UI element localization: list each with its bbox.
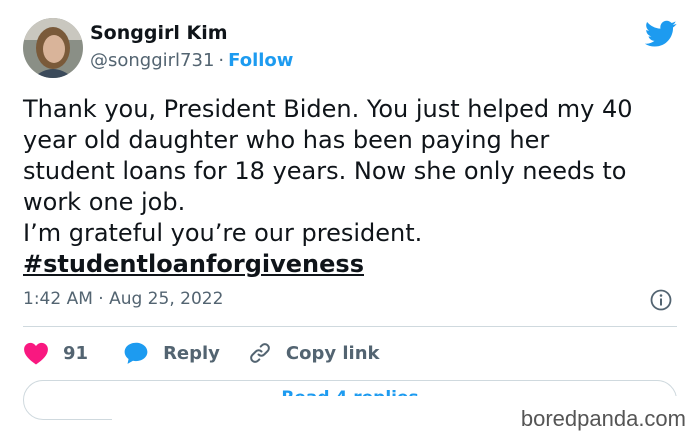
watermark: boredpanda.com	[112, 396, 700, 442]
copy-link-button[interactable]: Copy link	[248, 341, 380, 365]
reply-button[interactable]: Reply	[123, 341, 220, 365]
tweet-card: Songgirl Kim @songgirl731 · Follow Thank y…	[0, 0, 700, 442]
tweet-timestamp[interactable]: 1:42 AM · Aug 25, 2022	[23, 289, 223, 309]
action-bar: 91 Reply Copy link	[23, 338, 380, 368]
tweet-text: Thank you, President Biden. You just hel…	[23, 94, 683, 280]
avatar[interactable]	[23, 18, 83, 78]
author-meta: @songgirl731 · Follow	[90, 50, 293, 71]
tweet-line: year old daughter who has been paying he…	[23, 126, 550, 154]
watermark-text: boredpanda.com	[520, 406, 686, 431]
like-button[interactable]: 91	[23, 341, 88, 365]
tweet-line: student loans for 18 years. Now she only…	[23, 157, 627, 185]
twitter-bird-icon[interactable]	[644, 20, 677, 48]
like-count: 91	[63, 342, 89, 364]
speech-bubble-icon	[124, 342, 148, 364]
heart-icon	[24, 342, 48, 365]
separator-dot: ·	[218, 50, 225, 71]
tweet-line: I’m grateful you’re our president.	[23, 219, 423, 247]
link-icon	[250, 343, 270, 363]
tweet-line: Thank you, President Biden. You just hel…	[23, 95, 633, 123]
follow-button[interactable]: Follow	[228, 50, 293, 71]
hashtag-link[interactable]: #studentloanforgiveness	[23, 250, 364, 278]
reply-label: Reply	[163, 342, 220, 364]
author-name[interactable]: Songgirl Kim	[90, 22, 228, 44]
info-icon[interactable]	[650, 289, 672, 311]
tweet-line: work one job.	[23, 188, 186, 216]
divider	[23, 326, 677, 327]
author-handle[interactable]: @songgirl731	[90, 50, 214, 71]
copy-link-label: Copy link	[285, 342, 380, 364]
